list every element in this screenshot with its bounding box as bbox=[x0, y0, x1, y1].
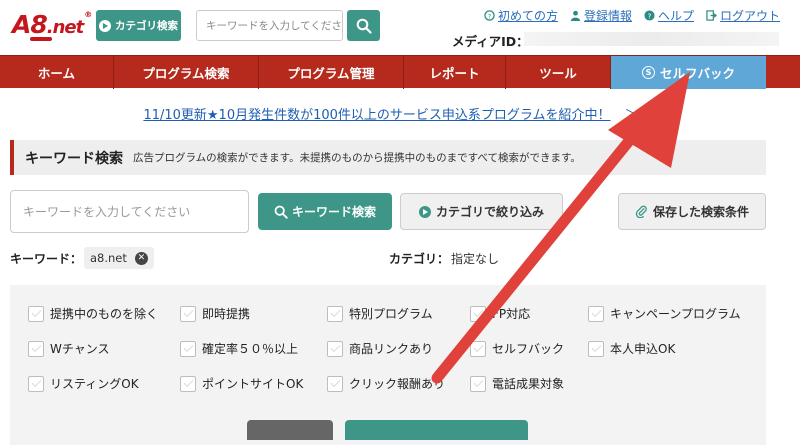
checkbox[interactable] bbox=[28, 340, 44, 357]
paperclip-icon bbox=[635, 205, 647, 218]
nav-report[interactable]: レポート bbox=[404, 56, 506, 89]
option-listing-ok[interactable]: リスティングOK bbox=[28, 375, 139, 392]
clear-button[interactable] bbox=[247, 420, 333, 440]
logo-underline bbox=[30, 37, 52, 41]
checkbox[interactable] bbox=[180, 375, 196, 392]
svg-text:?: ? bbox=[488, 12, 491, 20]
a8-logo[interactable]: A8.net® bbox=[12, 10, 92, 39]
svg-text:?: ? bbox=[648, 11, 652, 20]
help-circle-icon: ? bbox=[484, 10, 495, 21]
category-filter-button[interactable]: カテゴリで絞り込み bbox=[400, 193, 563, 230]
keyword-search-button[interactable]: キーワード検索 bbox=[258, 193, 392, 230]
option-fp-support[interactable]: FP対応 bbox=[470, 305, 530, 322]
checkbox[interactable] bbox=[588, 305, 604, 322]
play-circle-icon bbox=[99, 19, 111, 32]
header-search-input[interactable] bbox=[196, 10, 343, 41]
category-value: 指定なし bbox=[451, 252, 500, 266]
notice-link[interactable]: 11/10更新★10月発生件数が100件以上のサービス申込系プログラムを紹介中！… bbox=[0, 104, 800, 123]
checkbox[interactable] bbox=[327, 340, 343, 357]
option-exclude-partnered[interactable]: 提携中のものを除く bbox=[28, 305, 158, 322]
link-help[interactable]: ? ヘルプ bbox=[644, 7, 694, 24]
option-campaign-program[interactable]: キャンペーンプログラム bbox=[588, 305, 741, 322]
search-submit-button[interactable] bbox=[345, 420, 528, 440]
saved-conditions-button[interactable]: 保存した検索条件 bbox=[618, 193, 766, 230]
question-icon: ? bbox=[644, 10, 655, 21]
checkbox[interactable] bbox=[588, 340, 604, 357]
link-account-info[interactable]: 登録情報 bbox=[570, 7, 632, 24]
option-approval-rate-50[interactable]: 確定率５０％以上 bbox=[180, 340, 298, 357]
checkbox[interactable] bbox=[470, 340, 486, 357]
category-search-button[interactable]: カテゴリ検索 bbox=[96, 10, 181, 41]
link-first-time[interactable]: ? 初めての方 bbox=[484, 7, 558, 24]
keyword-label: キーワード： bbox=[10, 252, 83, 266]
link-logout[interactable]: ログアウト bbox=[706, 7, 780, 24]
option-product-link[interactable]: 商品リンクあり bbox=[327, 340, 433, 357]
nav-selfback[interactable]: S セルフバック bbox=[611, 56, 766, 89]
section-description: 広告プログラムの検索ができます。未提携のものから提携中のものまですべて検索ができ… bbox=[133, 152, 581, 164]
header-search-button[interactable] bbox=[347, 10, 380, 41]
search-icon bbox=[356, 18, 372, 34]
option-special-program[interactable]: 特別プログラム bbox=[327, 305, 433, 322]
play-circle-icon bbox=[418, 205, 431, 218]
option-point-site-ok[interactable]: ポイントサイトOK bbox=[180, 375, 303, 392]
checkbox[interactable] bbox=[470, 375, 486, 392]
logo-text: A8 bbox=[12, 10, 48, 39]
section-title: キーワード検索 bbox=[25, 150, 123, 167]
logo-registered-mark: ® bbox=[84, 10, 92, 19]
search-icon bbox=[274, 205, 288, 219]
checkbox[interactable] bbox=[28, 305, 44, 322]
nav-program-management[interactable]: プログラム管理 bbox=[259, 56, 404, 89]
media-id-value-redacted bbox=[524, 32, 779, 46]
category-label: カテゴリ： bbox=[389, 252, 450, 266]
checkbox[interactable] bbox=[180, 340, 196, 357]
checkbox[interactable] bbox=[327, 375, 343, 392]
option-click-reward[interactable]: クリック報酬あり bbox=[327, 375, 445, 392]
option-selfback[interactable]: セルフバック bbox=[470, 340, 564, 357]
media-id-label: メディアID： bbox=[452, 34, 529, 49]
nav-home[interactable]: ホーム bbox=[0, 56, 114, 89]
option-self-application-ok[interactable]: 本人申込OK bbox=[588, 340, 675, 357]
nav-tools[interactable]: ツール bbox=[506, 56, 611, 89]
logo-suffix: .net bbox=[46, 17, 84, 38]
option-w-chance[interactable]: Wチャンス bbox=[28, 340, 110, 357]
user-icon bbox=[570, 10, 581, 21]
option-instant-partner[interactable]: 即時提携 bbox=[180, 305, 250, 322]
keyword-tag-text: a8.net bbox=[90, 251, 127, 265]
nav-program-search[interactable]: プログラム検索 bbox=[114, 56, 259, 89]
option-phone-conversion[interactable]: 電話成果対象 bbox=[470, 375, 564, 392]
checkbox[interactable] bbox=[327, 305, 343, 322]
main-nav: ホーム プログラム検索 プログラム管理 レポート ツール S セルフバック bbox=[0, 55, 800, 89]
checkbox[interactable] bbox=[28, 375, 44, 392]
keyword-input[interactable] bbox=[10, 190, 249, 233]
category-search-label: カテゴリ検索 bbox=[115, 20, 178, 32]
keyword-tag: a8.net ✕ bbox=[84, 247, 154, 269]
nav-filler bbox=[766, 56, 800, 88]
keyword-search-header: キーワード検索 広告プログラムの検索ができます。未提携のものから提携中のものまで… bbox=[10, 140, 766, 175]
header-links: ? 初めての方 登録情報 ? ヘルプ ログアウト bbox=[484, 7, 780, 24]
checkbox[interactable] bbox=[180, 305, 196, 322]
selfback-icon: S bbox=[641, 66, 655, 79]
close-icon[interactable]: ✕ bbox=[134, 251, 148, 265]
logout-icon bbox=[706, 10, 717, 21]
checkbox[interactable] bbox=[470, 305, 486, 322]
